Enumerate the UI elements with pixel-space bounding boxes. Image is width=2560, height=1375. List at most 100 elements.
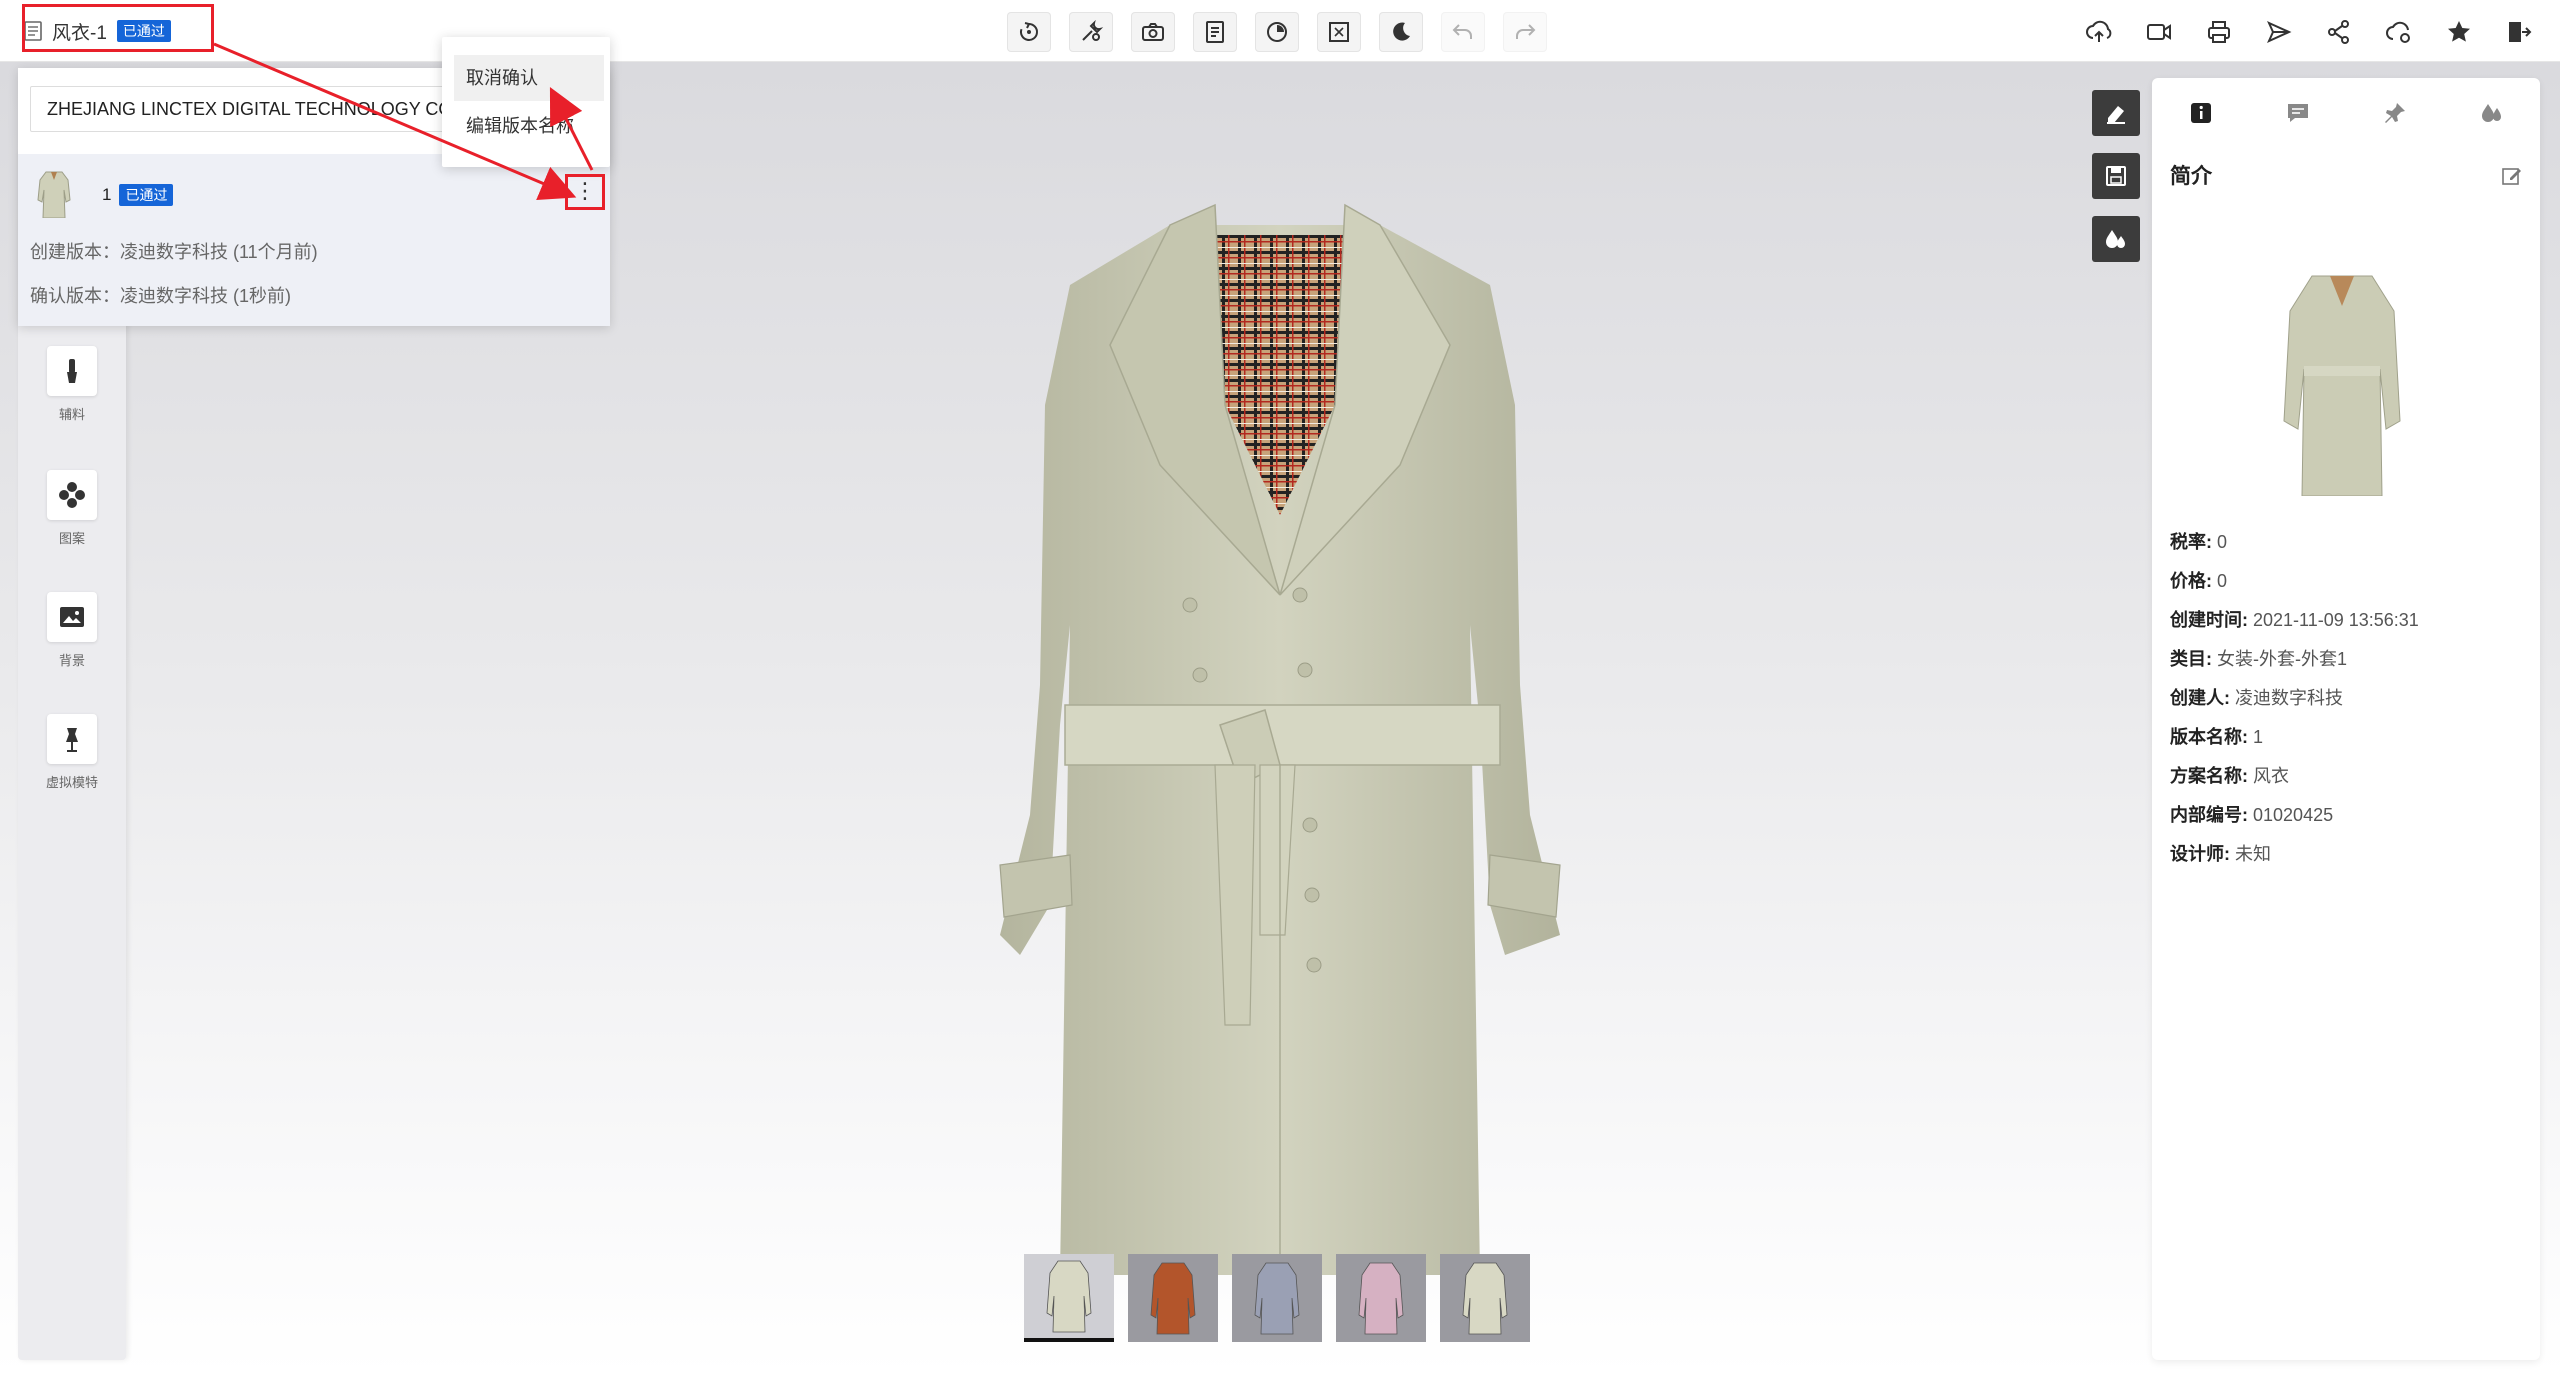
comment-icon[interactable] xyxy=(2285,100,2311,126)
version-context-menu: 取消确认 编辑版本名称 xyxy=(442,37,610,167)
version-thumbnail xyxy=(37,171,71,218)
background-icon xyxy=(60,607,84,627)
more-options-button[interactable]: ⋮ xyxy=(570,176,600,206)
rotate-button[interactable] xyxy=(1007,12,1051,52)
edit-icon[interactable] xyxy=(2500,164,2524,188)
snapshot-button[interactable] xyxy=(1131,12,1175,52)
field-creator: 创建人: 凌迪数字科技 xyxy=(2170,688,2344,708)
coat-icon xyxy=(1462,1262,1508,1335)
undo-button[interactable] xyxy=(1441,12,1485,52)
version-status-badge: 已通过 xyxy=(119,184,174,206)
report-button[interactable] xyxy=(1193,12,1237,52)
edit-mode-button[interactable] xyxy=(2092,90,2140,136)
colorway-thumbnails xyxy=(1024,1254,1530,1342)
upload-button[interactable] xyxy=(2076,12,2122,52)
timer-button[interactable] xyxy=(1255,12,1299,52)
zipper-icon xyxy=(67,359,77,383)
tool-trims[interactable]: 辅料 xyxy=(18,346,126,423)
info-tabs xyxy=(2152,88,2540,138)
redo-icon xyxy=(1516,24,1536,39)
print-button[interactable] xyxy=(2196,12,2242,52)
info-icon[interactable] xyxy=(2188,100,2214,126)
colorway-thumbnail[interactable] xyxy=(1128,1254,1218,1342)
tool-pattern[interactable]: 图案 xyxy=(18,470,126,547)
document-icon xyxy=(1206,21,1224,43)
field-designer: 设计师: 未知 xyxy=(2170,844,2272,864)
field-created-time: 创建时间: 2021-11-09 13:56:31 xyxy=(2170,610,2419,630)
document-title[interactable]: 风衣-1 已通过 xyxy=(24,14,171,48)
send-button[interactable] xyxy=(2256,12,2302,52)
version-number: 1 xyxy=(102,185,112,204)
mannequin-icon xyxy=(66,728,78,752)
send-icon xyxy=(2267,21,2292,43)
version-item[interactable]: 1 已通过 ⋮ 创建版本：凌迪数字科技 (11个月前) 确认版本：凌迪数字科技 … xyxy=(18,154,610,326)
cloud-settings-icon xyxy=(2386,21,2410,43)
field-price: 价格: 0 xyxy=(2170,571,2228,591)
eraser-icon xyxy=(2107,106,2125,124)
info-title: 简介 xyxy=(2170,165,2212,188)
coat-icon xyxy=(1046,1260,1092,1333)
rotate-icon xyxy=(1020,22,1038,41)
colorway-thumbnail[interactable] xyxy=(1440,1254,1530,1342)
print-icon xyxy=(2208,21,2230,43)
tools-button[interactable] xyxy=(1069,12,1113,52)
colorway-thumbnail[interactable] xyxy=(1336,1254,1426,1342)
undo-icon xyxy=(1452,24,1472,39)
redo-button[interactable] xyxy=(1503,12,1547,52)
created-version-info: 创建版本：凌迪数字科技 (11个月前) xyxy=(30,242,318,262)
fullscreen-icon xyxy=(1329,22,1349,42)
coat-icon xyxy=(1150,1262,1196,1335)
tool-label: 虚拟模特 xyxy=(45,775,98,790)
camera-icon xyxy=(1142,23,1164,41)
menu-item-edit-version-name[interactable]: 编辑版本名称 xyxy=(454,103,604,149)
wrench-icon xyxy=(1082,19,1104,41)
video-button[interactable] xyxy=(2136,12,2182,52)
tool-label: 图案 xyxy=(58,531,85,546)
left-tool-rail: 辅料 图案 背景 虚拟模特 xyxy=(18,150,126,1360)
timer-icon xyxy=(1267,22,1287,42)
exit-button[interactable] xyxy=(2496,12,2542,52)
tool-background[interactable]: 背景 xyxy=(18,592,126,669)
document-icon xyxy=(24,21,42,41)
tool-label: 背景 xyxy=(58,653,85,668)
field-version-name: 版本名称: 1 xyxy=(2170,727,2264,747)
star-icon xyxy=(2448,21,2470,42)
share-button[interactable] xyxy=(2316,12,2362,52)
info-panel: 简介 税率: 0 价格: 0 创建时间: 2021-11-09 13:56:31… xyxy=(2152,78,2540,1360)
color-drops-icon xyxy=(2106,230,2125,248)
video-icon xyxy=(2147,24,2171,40)
pattern-icon xyxy=(59,482,85,508)
document-name: 风衣-1 xyxy=(52,22,107,44)
save-button[interactable] xyxy=(2092,153,2140,199)
night-mode-button[interactable] xyxy=(1379,12,1423,52)
field-tax-rate: 税率: 0 xyxy=(2170,532,2228,552)
menu-item-cancel-confirm[interactable]: 取消确认 xyxy=(454,55,604,101)
right-side-tools xyxy=(2092,90,2140,279)
fullscreen-button[interactable] xyxy=(1317,12,1361,52)
cloud-settings-button[interactable] xyxy=(2376,12,2422,52)
confirmed-version-info: 确认版本：凌迪数字科技 (1秒前) xyxy=(30,286,291,306)
share-icon xyxy=(2328,20,2349,44)
cloud-upload-icon xyxy=(2086,20,2112,42)
moon-icon xyxy=(1393,22,1410,41)
garment-thumbnail xyxy=(2283,275,2401,496)
garment-3d-model[interactable] xyxy=(960,165,1600,1275)
favorite-button[interactable] xyxy=(2436,12,2482,52)
save-icon xyxy=(2106,166,2126,186)
colorway-thumbnail[interactable] xyxy=(1024,1254,1114,1342)
tool-label: 辅料 xyxy=(58,407,85,422)
field-internal-code: 内部编号: 01020425 xyxy=(2170,805,2334,825)
color-drops-icon[interactable] xyxy=(2479,100,2505,126)
field-category: 类目: 女装-外套-外套1 xyxy=(2170,649,2348,669)
tool-avatar[interactable]: 虚拟模特 xyxy=(18,714,126,791)
field-scheme-name: 方案名称: 风衣 xyxy=(2170,766,2290,786)
pin-icon[interactable] xyxy=(2382,100,2408,126)
center-toolbar xyxy=(1007,12,1547,52)
coat-icon xyxy=(1358,1262,1404,1335)
add-color-button[interactable] xyxy=(2092,216,2140,262)
colorway-thumbnail[interactable] xyxy=(1232,1254,1322,1342)
coat-icon xyxy=(1254,1262,1300,1335)
status-badge: 已通过 xyxy=(116,20,171,42)
exit-icon xyxy=(2509,22,2532,42)
right-toolbar xyxy=(2076,12,2542,52)
